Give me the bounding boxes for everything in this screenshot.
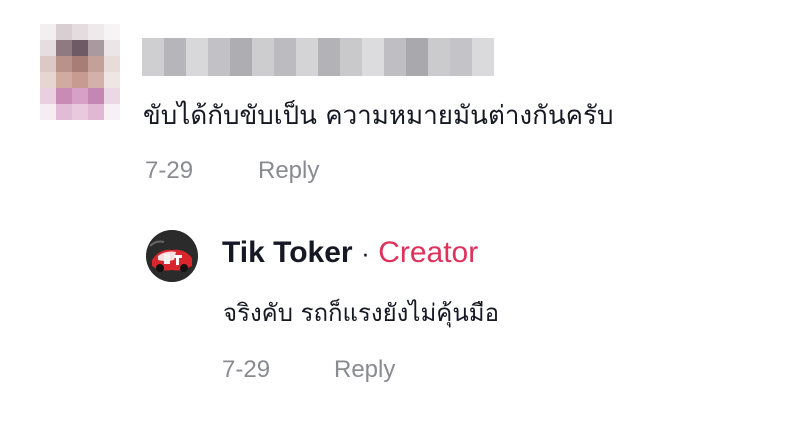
comment-date: 7-29 — [145, 157, 194, 184]
separator-dot: · — [361, 238, 370, 268]
blurred-avatar-icon[interactable] — [40, 24, 120, 122]
reply-date: 7-29 — [222, 356, 271, 383]
reply-text: จริงคับ รถก็แรงยังไม่คุ้นมือ — [223, 299, 499, 327]
comment-reply-button[interactable]: Reply — [258, 157, 319, 185]
creator-badge: Creator — [378, 236, 479, 269]
blurred-username[interactable] — [142, 38, 494, 76]
reply-header: Tik Toker · Creator — [222, 236, 478, 270]
reply-author[interactable]: Tik Toker — [222, 236, 353, 269]
creator-avatar-icon[interactable] — [146, 230, 198, 282]
comment-thread: ขับได้กับขับเป็น ความหมายมันต่างกันครับ … — [0, 0, 800, 421]
reply-reply-button[interactable]: Reply — [334, 356, 395, 384]
comment-text: ขับได้กับขับเป็น ความหมายมันต่างกันครับ — [143, 101, 614, 131]
